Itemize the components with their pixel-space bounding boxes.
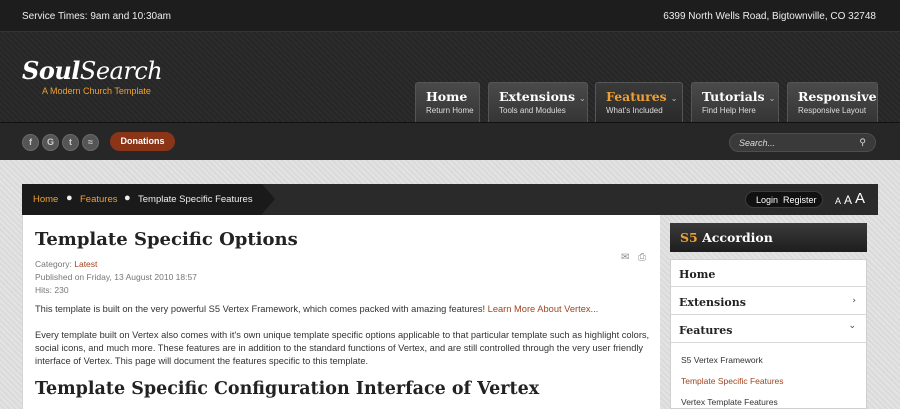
email-icon[interactable]: ✉	[621, 252, 629, 263]
accordion-subitem-active[interactable]: Template Specific Features	[681, 376, 784, 386]
facebook-icon[interactable]: f	[22, 134, 39, 151]
rss-icon[interactable]: ≈	[82, 134, 99, 151]
breadcrumb-current: Template Specific Features	[138, 194, 253, 205]
main-content: Template Specific Options ✉ ⎙ Category: …	[22, 215, 660, 409]
accordion-title: S5 Accordion	[670, 223, 867, 252]
nav-item-features[interactable]: Features ⌄ What's Included	[595, 82, 683, 122]
login-link[interactable]: Login	[756, 195, 778, 205]
article-category: Category: Latest	[35, 259, 98, 269]
breadcrumb-bar: Home ● Features ● Template Specific Feat…	[22, 184, 878, 215]
nav-item-title: Tutorials	[702, 89, 765, 104]
accordion-subitem[interactable]: Vertex Template Features	[681, 397, 778, 407]
nav-item-subtitle: Find Help Here	[702, 106, 756, 115]
search-icon[interactable]: ⚲	[859, 137, 866, 148]
service-times: Service Times: 9am and 10:30am	[22, 11, 171, 22]
breadcrumb-separator: ●	[66, 192, 73, 204]
print-icon[interactable]: ⎙	[638, 252, 646, 263]
article-subheading: Template Specific Configuration Interfac…	[35, 379, 540, 399]
twitter-icon[interactable]: t	[62, 134, 79, 151]
top-info-bar: Service Times: 9am and 10:30am 6399 Nort…	[0, 0, 900, 32]
chevron-down-icon: ⌄	[848, 321, 856, 331]
register-link[interactable]: Register	[783, 195, 817, 205]
chevron-right-icon: ›	[852, 296, 856, 306]
article-hits: Hits: 230	[35, 285, 69, 295]
accordion-subitem[interactable]: S5 Vertex Framework	[681, 355, 763, 365]
category-link[interactable]: Latest	[74, 259, 97, 269]
nav-item-subtitle: What's Included	[606, 106, 663, 115]
article-intro: This template is built on the very power…	[35, 304, 599, 314]
chevron-down-icon: ⌄	[670, 94, 678, 103]
nav-item-title: Home	[426, 89, 468, 104]
site-tagline: A Modern Church Template	[42, 86, 151, 96]
account-links: Login Register	[745, 191, 823, 208]
article-title: Template Specific Options	[35, 229, 298, 250]
nav-item-title: Responsive	[798, 89, 877, 104]
accordion-item-features[interactable]: Features ⌄	[671, 316, 866, 343]
chevron-down-icon: ⌄	[768, 94, 776, 103]
breadcrumb-features[interactable]: Features	[80, 194, 118, 205]
search-box: ⚲	[729, 133, 876, 152]
nav-item-tutorials[interactable]: Tutorials ⌄ Find Help Here	[691, 82, 779, 122]
nav-item-subtitle: Responsive Layout	[798, 106, 867, 115]
font-size-medium[interactable]: A	[844, 193, 852, 207]
accordion-item-label: Features	[679, 324, 733, 337]
accordion-item-label: Extensions	[679, 296, 746, 309]
nav-item-subtitle: Return Home	[426, 106, 474, 115]
nav-item-title: Features	[606, 89, 667, 104]
search-input[interactable]	[739, 136, 849, 149]
nav-item-home[interactable]: Home Return Home	[415, 82, 480, 122]
nav-item-responsive[interactable]: Responsive Responsive Layout	[787, 82, 878, 122]
nav-item-subtitle: Tools and Modules	[499, 106, 566, 115]
nav-item-extensions[interactable]: Extensions ⌄ Tools and Modules	[488, 82, 588, 122]
accordion-item-label: Home	[679, 268, 716, 281]
font-size-small[interactable]: A	[835, 196, 841, 206]
accordion-item-home[interactable]: Home	[671, 260, 866, 287]
social-bar: f G t ≈ Donations ⚲	[0, 122, 900, 160]
chevron-down-icon: ⌄	[579, 94, 586, 103]
nav-item-title: Extensions	[499, 89, 576, 104]
google-icon[interactable]: G	[42, 134, 59, 151]
accordion-menu: Home Extensions › Features ⌄ S5 Vertex F…	[670, 259, 867, 409]
font-size-large[interactable]: A	[855, 190, 865, 207]
learn-more-link[interactable]: Learn More About Vertex...	[488, 304, 599, 314]
site-logo[interactable]: SoulSearch	[22, 56, 163, 85]
donations-button[interactable]: Donations	[110, 132, 175, 151]
church-address: 6399 North Wells Road, Bigtownville, CO …	[663, 11, 876, 22]
breadcrumb-home[interactable]: Home	[33, 194, 58, 205]
breadcrumb-separator: ●	[124, 192, 131, 204]
article-body: Every template built on Vertex also come…	[35, 330, 650, 366]
accordion-item-extensions[interactable]: Extensions ›	[671, 288, 866, 315]
header: SoulSearch A Modern Church Template Home…	[0, 32, 900, 122]
breadcrumb: Home ● Features ● Template Specific Feat…	[22, 184, 275, 215]
article-published: Published on Friday, 13 August 2010 18:5…	[35, 272, 197, 282]
